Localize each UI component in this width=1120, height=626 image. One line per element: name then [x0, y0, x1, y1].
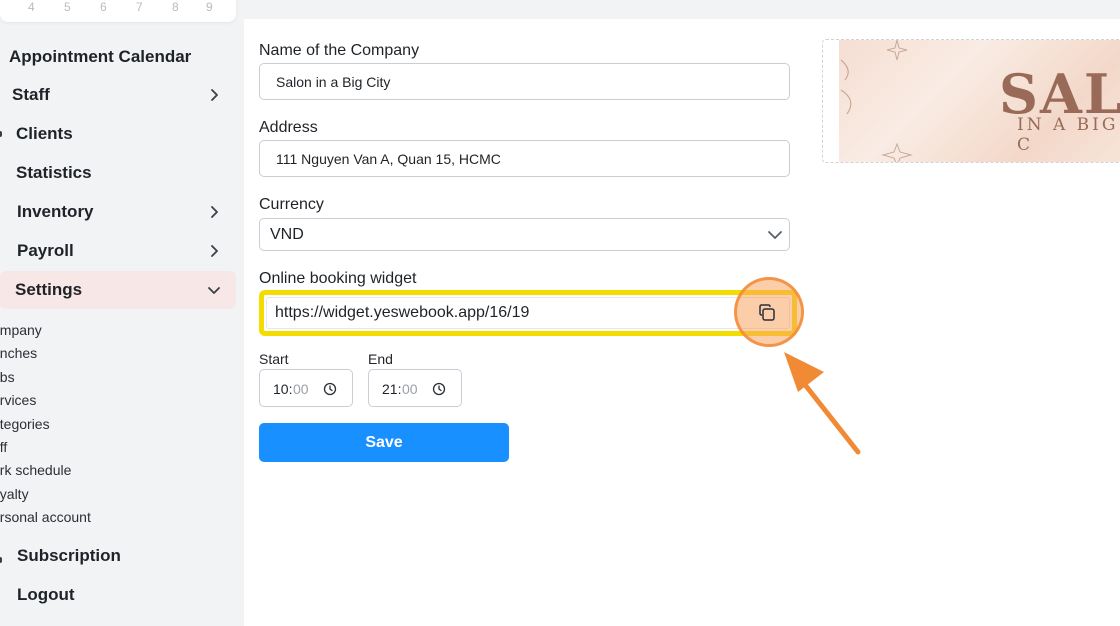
end-time-hours: 21:	[382, 381, 402, 397]
currency-label: Currency	[259, 196, 324, 213]
sidebar-item-settings[interactable]: Settings	[0, 271, 236, 309]
company-name-value: Salon in a Big City	[276, 73, 391, 90]
chevron-down-icon	[208, 287, 220, 294]
sidebar-item-label: Subscription	[17, 546, 121, 565]
sidebar-item-label: Clients	[16, 124, 73, 143]
settings-sub-services[interactable]: ervices	[0, 392, 36, 408]
chevron-right-icon	[211, 89, 218, 101]
address-label: Address	[259, 119, 318, 136]
start-time-label: Start	[259, 351, 289, 367]
sidebar-item-staff[interactable]: Staff	[0, 76, 236, 114]
currency-value: VND	[270, 225, 304, 243]
calendar-day[interactable]: 6	[100, 0, 107, 14]
widget-url-input[interactable]: https://widget.yeswebook.app/16/19	[266, 297, 790, 329]
company-name-label: Name of the Company	[259, 42, 420, 59]
end-time-minutes: 00	[402, 381, 418, 397]
copy-icon[interactable]	[757, 303, 777, 323]
settings-sub-categories[interactable]: ategories	[0, 416, 50, 432]
top-bar	[244, 0, 1120, 19]
sidebar-item-inventory[interactable]: Inventory	[0, 193, 236, 231]
settings-sub-jobs[interactable]: obs	[0, 369, 15, 385]
settings-sub-loyalty[interactable]: oyalty	[0, 486, 29, 502]
logo-subtitle: IN A BIG C	[1017, 115, 1119, 155]
end-time-label: End	[368, 351, 393, 367]
sidebar: 4 5 6 7 8 9 Appointment Calendar Staff C…	[0, 0, 244, 626]
calendar-day[interactable]: 8	[172, 0, 179, 14]
calendar-day[interactable]: 7	[136, 0, 143, 14]
chevron-right-icon	[211, 206, 218, 218]
sidebar-item-label: Payroll	[17, 241, 74, 260]
chevron-down-icon	[768, 231, 782, 239]
sidebar-item-marker	[0, 557, 2, 563]
settings-sub-work-schedule[interactable]: ork schedule	[0, 462, 71, 478]
company-logo-image: SALO IN A BIG C	[839, 40, 1120, 162]
start-time-hours: 10:	[273, 381, 293, 397]
sidebar-item-label: Statistics	[16, 163, 92, 182]
widget-url-value: https://widget.yeswebook.app/16/19	[275, 304, 530, 321]
calendar-day[interactable]: 5	[64, 0, 71, 14]
widget-url-highlight: https://widget.yeswebook.app/16/19	[259, 290, 797, 336]
annotation-arrow	[784, 352, 861, 455]
sidebar-item-subscription[interactable]: Subscription	[0, 537, 236, 575]
calendar-day[interactable]: 9	[206, 0, 213, 14]
settings-sub-personal-account[interactable]: ersonal account	[0, 509, 91, 525]
clock-icon[interactable]	[323, 382, 337, 396]
company-logo-upload[interactable]: SALO IN A BIG C	[822, 39, 1120, 163]
sidebar-item-statistics[interactable]: Statistics	[0, 154, 236, 192]
sidebar-heading-appointment-calendar[interactable]: Appointment Calendar	[9, 47, 191, 67]
sidebar-item-logout[interactable]: Logout	[0, 576, 236, 614]
currency-select[interactable]: VND	[259, 218, 790, 251]
settings-sub-staff[interactable]: aff	[0, 439, 7, 455]
sidebar-item-label: Inventory	[17, 202, 94, 221]
clock-icon[interactable]	[432, 382, 446, 396]
chevron-right-icon	[211, 245, 218, 257]
sidebar-item-marker	[0, 131, 2, 137]
mini-calendar: 4 5 6 7 8 9	[0, 0, 236, 22]
company-name-input[interactable]: Salon in a Big City	[259, 63, 790, 100]
settings-sub-branches[interactable]: anches	[0, 345, 37, 361]
address-value: 111 Nguyen Van A, Quan 15, HCMC	[276, 150, 501, 167]
address-input[interactable]: 111 Nguyen Van A, Quan 15, HCMC	[259, 140, 790, 177]
calendar-day[interactable]: 4	[28, 0, 35, 14]
end-time-input[interactable]: 21: 00	[368, 369, 462, 407]
settings-sub-company[interactable]: ompany	[0, 322, 42, 338]
sidebar-item-clients[interactable]: Clients	[0, 115, 236, 153]
start-time-input[interactable]: 10: 00	[259, 369, 353, 407]
save-button[interactable]: Save	[259, 423, 509, 462]
sidebar-item-payroll[interactable]: Payroll	[0, 232, 236, 270]
sidebar-item-label: Staff	[12, 85, 50, 104]
sidebar-item-label: Settings	[15, 280, 83, 299]
widget-label: Online booking widget	[259, 270, 417, 287]
start-time-minutes: 00	[293, 381, 309, 397]
sidebar-item-label: Logout	[17, 585, 75, 604]
